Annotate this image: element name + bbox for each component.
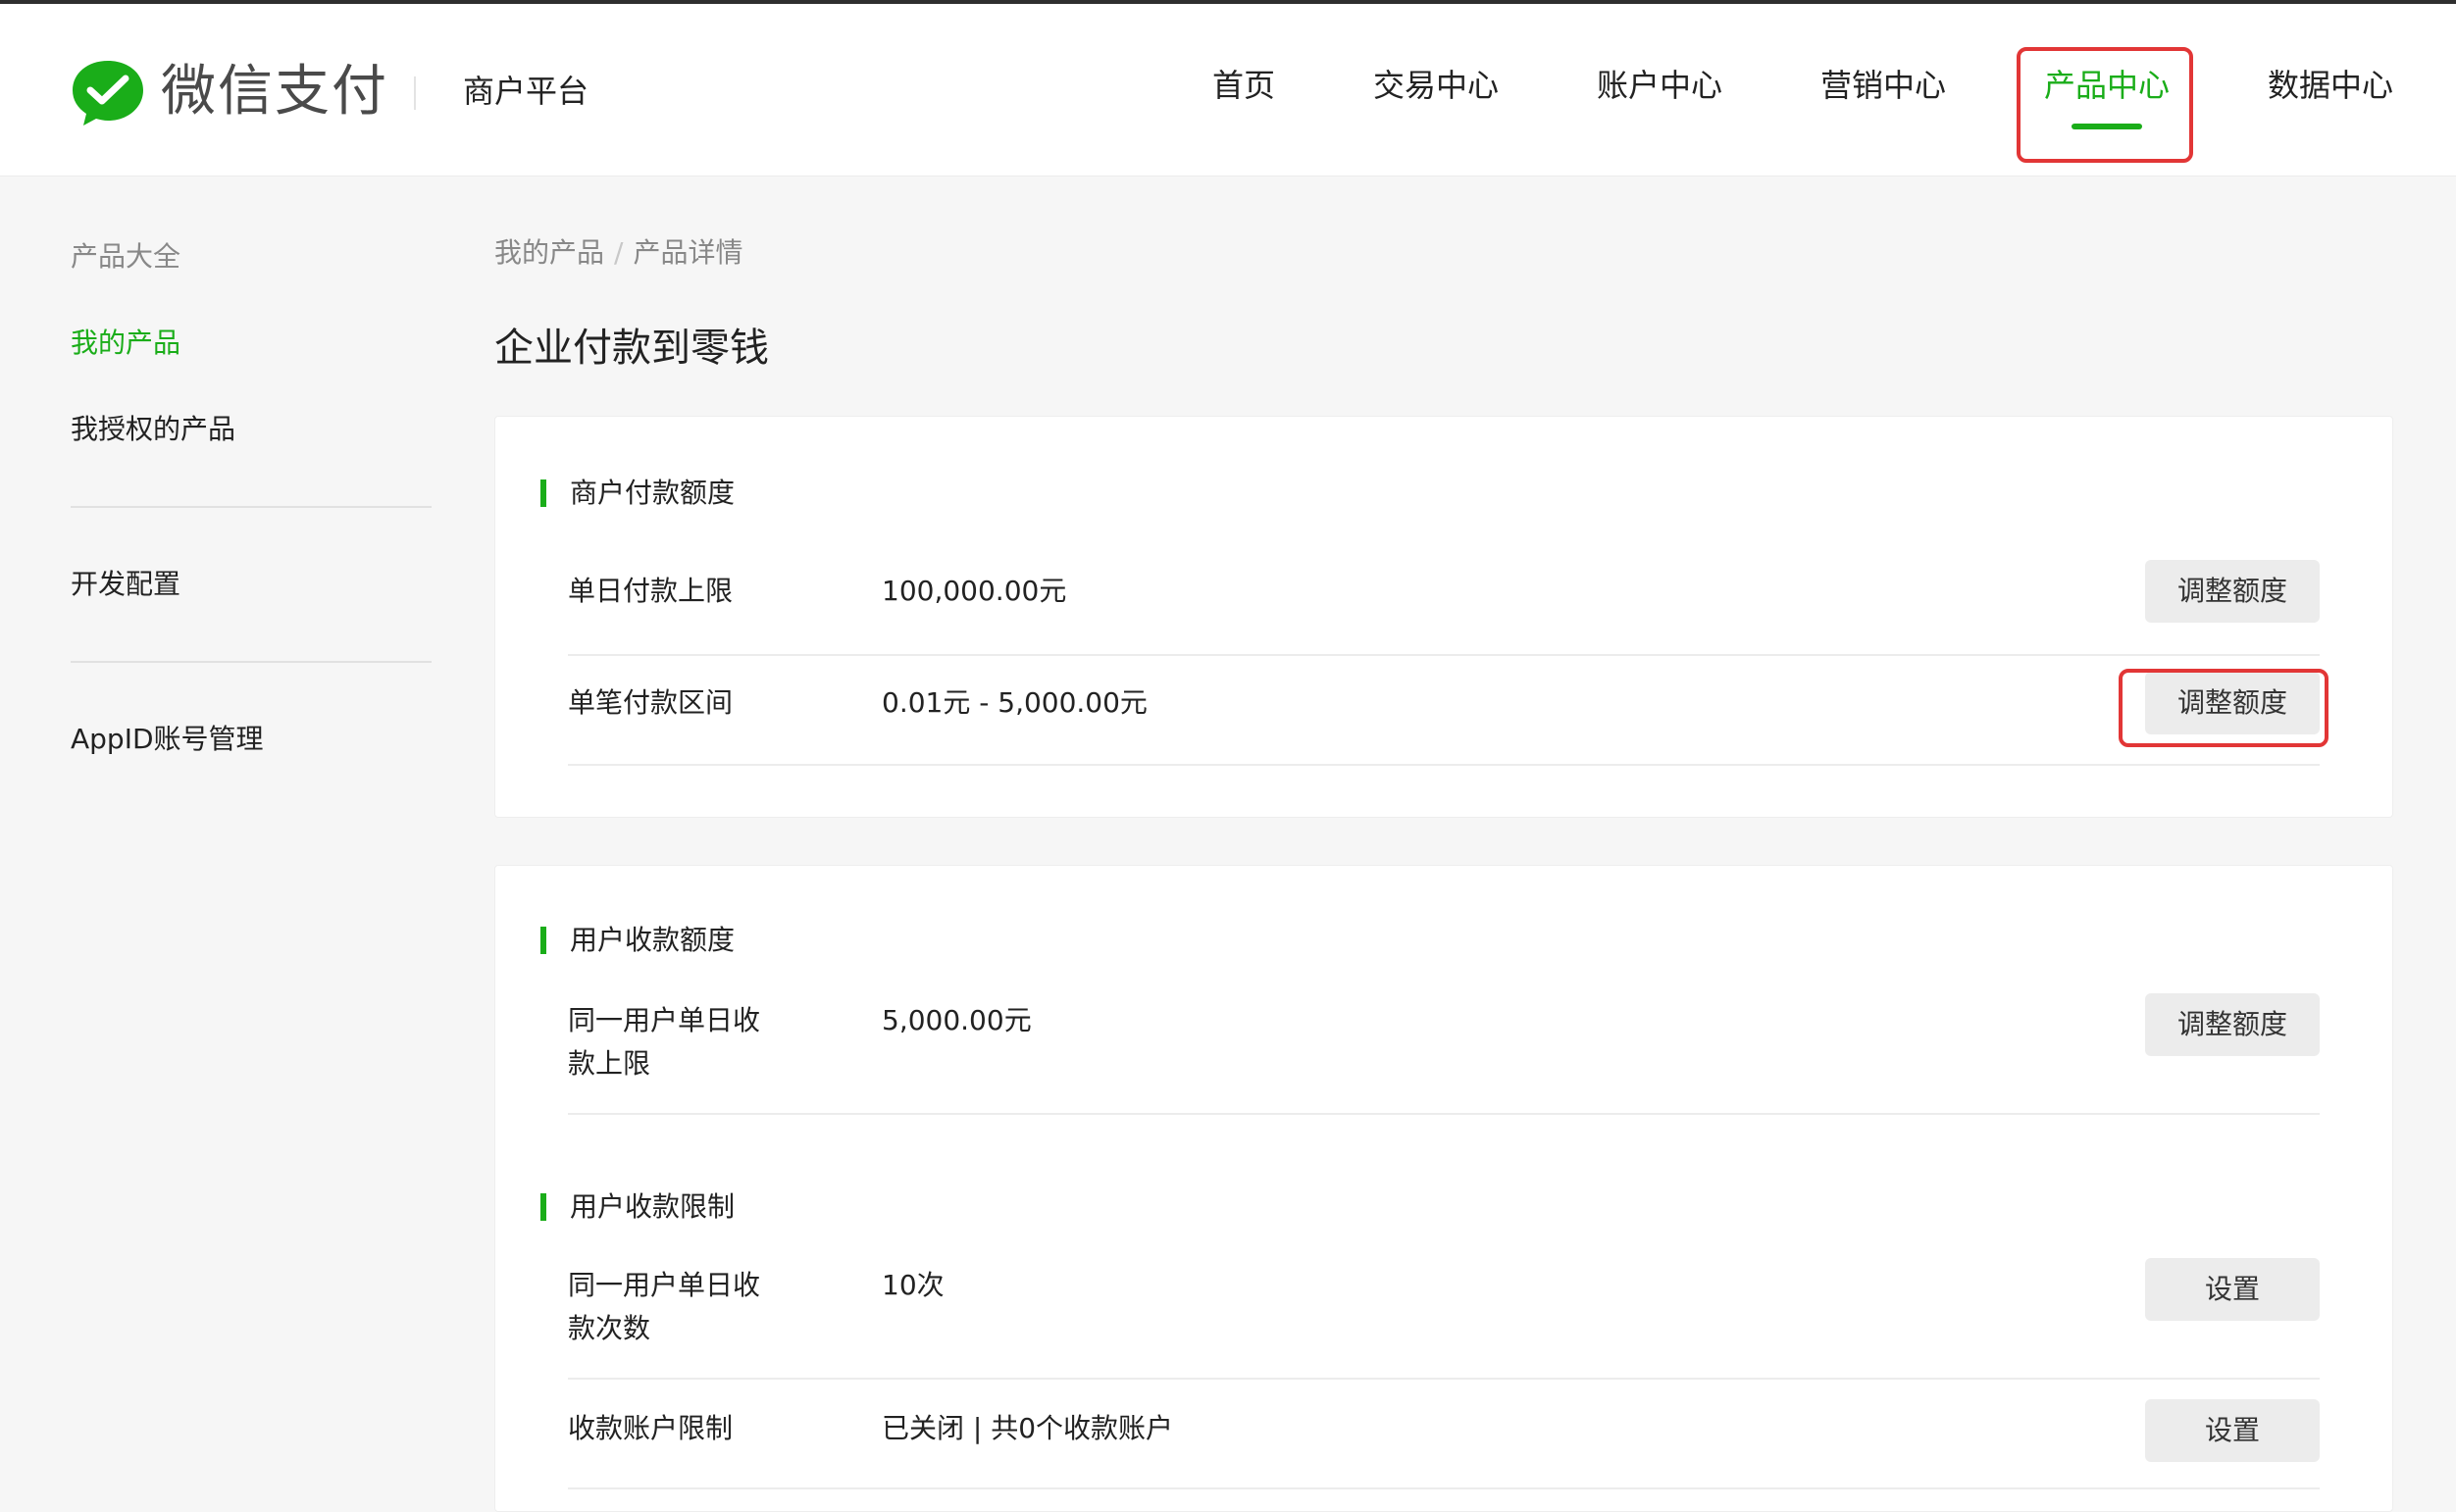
breadcrumb-product-detail: 产品详情 — [633, 236, 743, 269]
section-title-user-limit: 用户收款限制 — [540, 1187, 735, 1227]
row-label: 单笔付款区间 — [568, 686, 734, 719]
table-row: 单日付款上限 100,000.00元 调整额度 — [568, 546, 2320, 656]
row-label: 单日付款上限 — [568, 575, 734, 607]
settings-button[interactable]: 设置 — [2145, 1258, 2320, 1321]
row-value: 100,000.00元 — [882, 575, 1067, 607]
sidebar-item-authorized-products[interactable]: 我授权的产品 — [71, 408, 235, 451]
breadcrumb: 我的产品 / 产品详情 — [494, 231, 742, 275]
adjust-quota-button[interactable]: 调整额度 — [2145, 672, 2320, 734]
table-row: 收款账户限制 已关闭 | 共0个收款账户 设置 — [568, 1380, 2320, 1489]
sidebar-item-dev-config[interactable]: 开发配置 — [71, 563, 180, 606]
sidebar-item-all-products[interactable]: 产品大全 — [71, 235, 180, 278]
user-quota-card: 用户收款额度 同一用户单日收款上限 5,000.00元 调整额度 用户收款限制 … — [494, 865, 2393, 1512]
row-value: 10次 — [882, 1269, 945, 1301]
nav-transaction-center[interactable]: 交易中心 — [1373, 61, 1499, 110]
row-value: 5,000.00元 — [882, 1004, 1032, 1036]
top-header: 微信支付 商户平台 首页 交易中心 账户中心 营销中心 产品中心 数据中心 — [0, 4, 2456, 176]
brand-name: 微信支付 — [161, 60, 388, 124]
sidebar-item-appid-management[interactable]: AppID账号管理 — [71, 718, 264, 761]
table-row: 同一用户单日收款上限 5,000.00元 调整额度 — [568, 993, 2320, 1115]
nav-active-indicator — [2072, 124, 2142, 129]
nav-product-center[interactable]: 产品中心 — [2044, 61, 2170, 110]
nav-marketing-center[interactable]: 营销中心 — [1820, 61, 1946, 110]
merchant-quota-card: 商户付款额度 单日付款上限 100,000.00元 调整额度 单笔付款区间 0.… — [494, 416, 2393, 818]
nav-data-center[interactable]: 数据中心 — [2268, 61, 2393, 110]
row-value: 已关闭 | 共0个收款账户 — [882, 1412, 1174, 1444]
table-row: 同一用户单日收款次数 10次 设置 — [568, 1258, 2320, 1380]
row-value: 0.01元 - 5,000.00元 — [882, 686, 1148, 719]
adjust-quota-button[interactable]: 调整额度 — [2145, 560, 2320, 623]
breadcrumb-separator: / — [614, 236, 624, 269]
brand-divider — [414, 76, 416, 110]
sidebar-item-my-products[interactable]: 我的产品 — [71, 322, 180, 365]
wechat-pay-logo-icon — [73, 61, 143, 126]
nav-home[interactable]: 首页 — [1212, 61, 1275, 110]
sidebar-divider — [71, 506, 432, 508]
nav-account-center[interactable]: 账户中心 — [1597, 61, 1722, 110]
table-row: 单笔付款区间 0.01元 - 5,000.00元 调整额度 — [568, 656, 2320, 766]
row-label: 收款账户限制 — [568, 1412, 734, 1444]
page-title: 企业付款到零钱 — [494, 326, 769, 371]
breadcrumb-my-products[interactable]: 我的产品 — [494, 236, 604, 269]
sidebar-divider — [71, 661, 432, 663]
platform-name: 商户平台 — [463, 73, 589, 110]
row-label: 同一用户单日收款上限 — [568, 1004, 761, 1080]
settings-button[interactable]: 设置 — [2145, 1399, 2320, 1462]
row-label: 同一用户单日收款次数 — [568, 1269, 761, 1344]
section-title-merchant-quota: 商户付款额度 — [540, 474, 735, 513]
adjust-quota-button[interactable]: 调整额度 — [2145, 993, 2320, 1056]
section-title-user-quota: 用户收款额度 — [540, 921, 735, 960]
